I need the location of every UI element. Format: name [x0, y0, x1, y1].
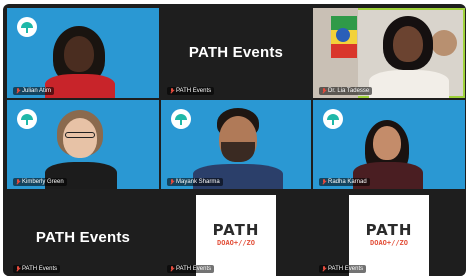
- mic-muted-icon: [170, 179, 174, 185]
- participant-tile-path-logo[interactable]: PATH DOAO+//ZO PATH Events: [161, 191, 311, 276]
- mic-muted-icon: [16, 179, 20, 185]
- mic-muted-icon: [170, 88, 174, 94]
- participant-name-label: PATH Events: [13, 265, 61, 273]
- path-events-banner: PATH Events: [35, 229, 131, 246]
- mic-muted-icon: [322, 179, 326, 185]
- path-umbrella-icon: [17, 109, 37, 129]
- participant-tile-path-events-2[interactable]: PATH Events PATH Events: [7, 191, 159, 276]
- participant-name-label: Kimberly Green: [13, 178, 67, 186]
- participant-name-label: PATH Events: [167, 87, 215, 95]
- participant-name-label: PATH Events: [319, 265, 367, 273]
- participant-tile-radha-karnad[interactable]: Radha Karnad: [313, 100, 465, 189]
- mic-muted-icon: [170, 266, 174, 272]
- participant-tile-julian-atim[interactable]: Julian Atim: [7, 8, 159, 98]
- video-gallery: Julian Atim PATH Events PATH Events Dr. …: [3, 4, 466, 276]
- path-events-banner: PATH Events: [188, 44, 284, 61]
- participant-name-label: Mayank Sharma: [167, 178, 223, 186]
- participant-name-label: Julian Atim: [13, 87, 55, 95]
- mic-muted-icon: [322, 88, 326, 94]
- participant-tile-kimberly-green[interactable]: Kimberly Green: [7, 100, 159, 189]
- path-logo: PATH DOAO+//ZO: [196, 195, 276, 276]
- mic-muted-icon: [16, 266, 20, 272]
- path-umbrella-icon: [171, 109, 191, 129]
- participant-name-label: Radha Karnad: [319, 178, 370, 186]
- participant-tile-path-logo-2[interactable]: PATH DOAO+//ZO PATH Events: [313, 191, 465, 276]
- participant-name-label: Dr. Lia Tadesse: [319, 87, 373, 95]
- path-umbrella-icon: [17, 17, 37, 37]
- participant-name-label: PATH Events: [167, 265, 215, 273]
- mic-muted-icon: [322, 266, 326, 272]
- path-umbrella-icon: [323, 109, 343, 129]
- participant-tile-lia-tadesse[interactable]: Dr. Lia Tadesse: [313, 8, 465, 98]
- participant-tile-mayank-sharma[interactable]: Mayank Sharma: [161, 100, 311, 189]
- path-logo: PATH DOAO+//ZO: [349, 195, 429, 276]
- participant-tile-path-events[interactable]: PATH Events PATH Events: [161, 8, 311, 98]
- mic-muted-icon: [16, 88, 20, 94]
